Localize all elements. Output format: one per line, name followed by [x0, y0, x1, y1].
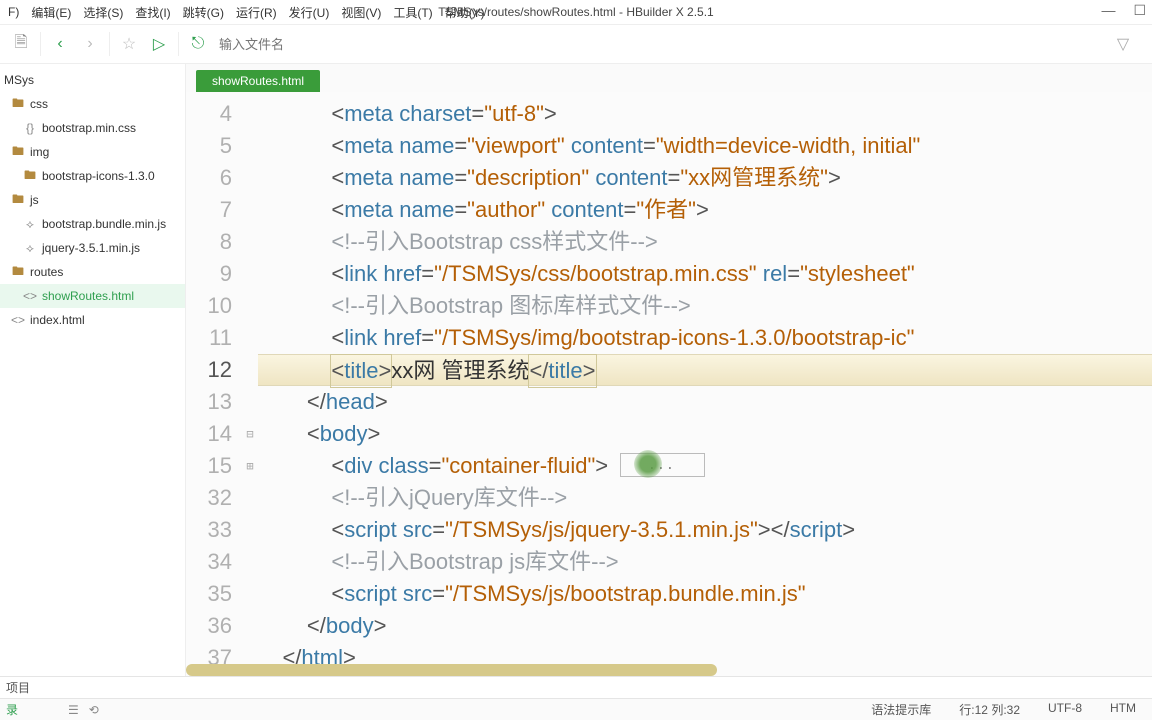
- status-bar-2: 录 ☰ ⟲ 语法提示库 行:12 列:32 UTF-8 HTM: [0, 698, 1152, 720]
- tree-file-index[interactable]: <>index.html: [0, 308, 185, 332]
- status-left[interactable]: 录: [6, 701, 18, 718]
- status-bar-1: 项目: [0, 676, 1152, 698]
- menu-run[interactable]: 运行(R): [230, 4, 283, 21]
- forward-icon[interactable]: ›: [75, 35, 105, 53]
- tree-folder-css[interactable]: 🖿css: [0, 92, 185, 116]
- browser-icon[interactable]: ⎋: [183, 35, 213, 53]
- tree-file-bootstrap-css[interactable]: {}bootstrap.min.css: [0, 116, 185, 140]
- status-grammar[interactable]: 语法提示库: [871, 701, 931, 718]
- menu-publish[interactable]: 发行(U): [283, 4, 336, 21]
- line-gutter: 456789101112131415323334353637: [186, 92, 242, 676]
- status-encoding[interactable]: UTF-8: [1048, 701, 1082, 718]
- play-icon[interactable]: ▷: [144, 34, 174, 54]
- menu-view[interactable]: 视图(V): [335, 4, 387, 21]
- tree-folder-routes[interactable]: 🖿routes: [0, 260, 185, 284]
- code-editor[interactable]: 456789101112131415323334353637 ⊟⊞ <meta …: [186, 92, 1152, 676]
- menu-file[interactable]: F): [2, 5, 25, 19]
- code-body[interactable]: <meta charset="utf-8"> <meta name="viewp…: [258, 92, 1152, 676]
- search-input[interactable]: [219, 37, 519, 52]
- menu-help[interactable]: 帮助(Y): [439, 4, 491, 21]
- tab-showroutes[interactable]: showRoutes.html: [196, 70, 320, 92]
- minimize-icon[interactable]: —: [1101, 2, 1115, 19]
- cursor-indicator-icon: [634, 450, 662, 478]
- fold-column[interactable]: ⊟⊞: [242, 92, 258, 676]
- menu-edit[interactable]: 编辑(E): [25, 4, 77, 21]
- toolbar: 🗎 ‹ › ☆ ▷ ⎋ ▽: [0, 24, 1152, 64]
- menu-goto[interactable]: 跳转(G): [177, 4, 230, 21]
- tree-folder-img[interactable]: 🖿img: [0, 140, 185, 164]
- back-icon[interactable]: ‹: [45, 35, 75, 53]
- tree-root[interactable]: MSys: [0, 68, 185, 92]
- menu-select[interactable]: 选择(S): [77, 4, 129, 21]
- menu-bar: F) 编辑(E) 选择(S) 查找(I) 跳转(G) 运行(R) 发行(U) 视…: [0, 0, 1152, 24]
- horizontal-scrollbar[interactable]: [186, 664, 717, 676]
- save-icon[interactable]: 🗎: [6, 31, 36, 58]
- menu-find[interactable]: 查找(I): [129, 4, 176, 21]
- status-position: 行:12 列:32: [959, 701, 1020, 718]
- status-language[interactable]: HTM: [1110, 701, 1136, 718]
- filter-icon[interactable]: ▽: [1108, 34, 1138, 54]
- maximize-icon[interactable]: ☐: [1133, 2, 1146, 19]
- tree-folder-icons[interactable]: 🖿bootstrap-icons-1.3.0: [0, 164, 185, 188]
- status-icons[interactable]: ☰ ⟲: [68, 703, 99, 717]
- tree-file-bootstrap-js[interactable]: ⟡bootstrap.bundle.min.js: [0, 212, 185, 236]
- tab-bar: showRoutes.html: [186, 64, 1152, 92]
- menu-tools[interactable]: 工具(T): [387, 4, 438, 21]
- star-icon[interactable]: ☆: [114, 34, 144, 54]
- project-tree: MSys 🖿css {}bootstrap.min.css 🖿img 🖿boot…: [0, 64, 185, 676]
- tree-folder-js[interactable]: 🖿js: [0, 188, 185, 212]
- project-label[interactable]: 项目: [6, 679, 30, 696]
- tree-file-jquery[interactable]: ⟡jquery-3.5.1.min.js: [0, 236, 185, 260]
- tree-file-showroutes[interactable]: <>showRoutes.html: [0, 284, 185, 308]
